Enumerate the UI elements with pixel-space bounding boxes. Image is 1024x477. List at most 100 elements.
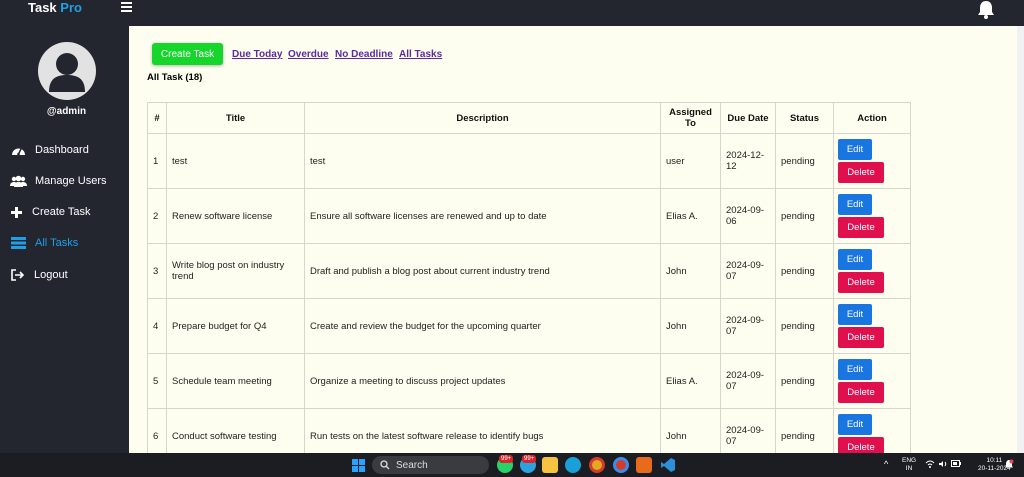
taskbar-search[interactable]: Search	[372, 456, 489, 474]
sidebar: @admin Dashboard Manage Users Create Tas…	[0, 26, 129, 453]
edit-button[interactable]: Edit	[838, 359, 872, 380]
delete-button[interactable]: Delete	[838, 272, 884, 293]
cell-title: Conduct software testing	[166, 408, 305, 453]
scrollbar-track[interactable]	[1017, 26, 1024, 453]
table-row: 6 Conduct software testing Run tests on …	[147, 408, 911, 453]
cell-description: Run tests on the latest software release…	[304, 408, 661, 453]
cell-title: test	[166, 133, 305, 189]
brand-logo[interactable]: Task Pro	[28, 0, 82, 16]
cell-due-date: 2024-09-07	[720, 298, 776, 354]
cell-actions: Edit Delete	[833, 353, 911, 409]
column-header-description: Description	[304, 102, 661, 134]
delete-button[interactable]: Delete	[838, 382, 884, 403]
filter-overdue[interactable]: Overdue	[288, 49, 329, 60]
cell-due-date: 2024-12-12	[720, 133, 776, 189]
column-header-assigned-to: Assigned To	[660, 102, 721, 134]
cell-description: Organize a meeting to discuss project up…	[304, 353, 661, 409]
table-row: 2 Renew software license Ensure all soft…	[147, 188, 911, 244]
cell-actions: Edit Delete	[833, 188, 911, 244]
table-header-row: # Title Description Assigned To Due Date…	[147, 102, 911, 134]
edit-button[interactable]: Edit	[838, 249, 872, 270]
language-indicator[interactable]: ENG IN	[902, 457, 916, 473]
table-row: 3 Write blog post on industry trend Draf…	[147, 243, 911, 299]
taskbar-search-label: Search	[396, 459, 428, 471]
cell-number: 5	[147, 353, 167, 409]
cell-actions: Edit Delete	[833, 298, 911, 354]
avatar	[38, 42, 96, 100]
filter-no-deadline[interactable]: No Deadline	[335, 49, 393, 60]
cell-description: Ensure all software licenses are renewed…	[304, 188, 661, 244]
sidebar-item-label: Logout	[34, 269, 68, 281]
cell-status: pending	[775, 243, 834, 299]
cell-description: test	[304, 133, 661, 189]
delete-button[interactable]: Delete	[838, 437, 884, 453]
cell-due-date: 2024-09-06	[720, 188, 776, 244]
delete-button[interactable]: Delete	[838, 217, 884, 238]
xampp-icon[interactable]	[636, 457, 652, 473]
column-header-title: Title	[166, 102, 305, 134]
file-explorer-icon[interactable]	[542, 457, 558, 473]
cell-actions: Edit Delete	[833, 133, 911, 189]
brand-main: Task	[28, 0, 57, 15]
page-title: All Task (18)	[147, 72, 203, 83]
table-row: 1 test test user 2024-12-12 pending Edit…	[147, 133, 911, 189]
cell-number: 1	[147, 133, 167, 189]
cell-number: 2	[147, 188, 167, 244]
chrome-icon[interactable]	[589, 457, 605, 473]
sidebar-item-dashboard[interactable]: Dashboard	[10, 141, 89, 159]
cell-assigned-to: user	[660, 133, 721, 189]
cell-due-date: 2024-09-07	[720, 353, 776, 409]
volume-icon[interactable]	[938, 460, 948, 471]
sidebar-item-logout[interactable]: Logout	[10, 266, 68, 284]
chrome-profile-icon[interactable]	[613, 457, 629, 473]
sidebar-item-manage-users[interactable]: Manage Users	[10, 172, 107, 190]
cell-actions: Edit Delete	[833, 408, 911, 453]
filter-all-tasks[interactable]: All Tasks	[399, 49, 442, 60]
edit-button[interactable]: Edit	[838, 194, 872, 215]
table-row: 4 Prepare budget for Q4 Create and revie…	[147, 298, 911, 354]
cell-number: 3	[147, 243, 167, 299]
column-header-action: Action	[833, 102, 911, 134]
sidebar-item-create-task[interactable]: Create Task	[10, 203, 91, 221]
delete-button[interactable]: Delete	[838, 162, 884, 183]
windows-start-icon[interactable]	[352, 459, 365, 472]
sidebar-item-label: Manage Users	[35, 175, 107, 187]
cell-due-date: 2024-09-07	[720, 408, 776, 453]
username: @admin	[46, 106, 87, 117]
chevron-up-icon[interactable]: ^	[884, 460, 888, 469]
edit-button[interactable]: Edit	[838, 414, 872, 435]
search-icon	[380, 460, 390, 470]
column-header-due-date: Due Date	[720, 102, 776, 134]
tachometer-icon	[10, 143, 27, 157]
tasks-table: # Title Description Assigned To Due Date…	[147, 102, 911, 453]
sidebar-item-label: Dashboard	[35, 144, 89, 156]
notification-icon[interactable]	[1004, 459, 1014, 473]
tasks-icon	[10, 236, 27, 250]
cell-assigned-to: John	[660, 298, 721, 354]
wifi-icon[interactable]	[925, 460, 935, 471]
cell-assigned-to: Elias A.	[660, 188, 721, 244]
plus-icon	[10, 205, 22, 219]
cell-title: Prepare budget for Q4	[166, 298, 305, 354]
delete-button[interactable]: Delete	[838, 327, 884, 348]
vscode-icon[interactable]	[660, 457, 676, 473]
filter-due-today[interactable]: Due Today	[232, 49, 282, 60]
sidebar-item-all-tasks[interactable]: All Tasks	[10, 234, 78, 252]
create-task-button[interactable]: Create Task	[152, 43, 223, 65]
cell-number: 4	[147, 298, 167, 354]
edit-button[interactable]: Edit	[838, 304, 872, 325]
os-taskbar: Search 99+ 99+ ^ ENG IN 10:11 20-11-2024	[0, 453, 1024, 477]
language-code: ENG	[902, 457, 917, 464]
edit-button[interactable]: Edit	[838, 139, 872, 160]
battery-icon[interactable]	[951, 460, 961, 470]
column-header-number: #	[147, 102, 167, 134]
cell-due-date: 2024-09-07	[720, 243, 776, 299]
bell-icon[interactable]	[976, 0, 996, 20]
edge-browser-icon[interactable]	[565, 457, 581, 473]
cell-description: Draft and publish a blog post about curr…	[304, 243, 661, 299]
table-row: 5 Schedule team meeting Organize a meeti…	[147, 353, 911, 409]
cell-status: pending	[775, 353, 834, 409]
menu-toggle-icon[interactable]	[121, 2, 132, 13]
cell-title: Renew software license	[166, 188, 305, 244]
sidebar-item-label: Create Task	[32, 206, 91, 218]
